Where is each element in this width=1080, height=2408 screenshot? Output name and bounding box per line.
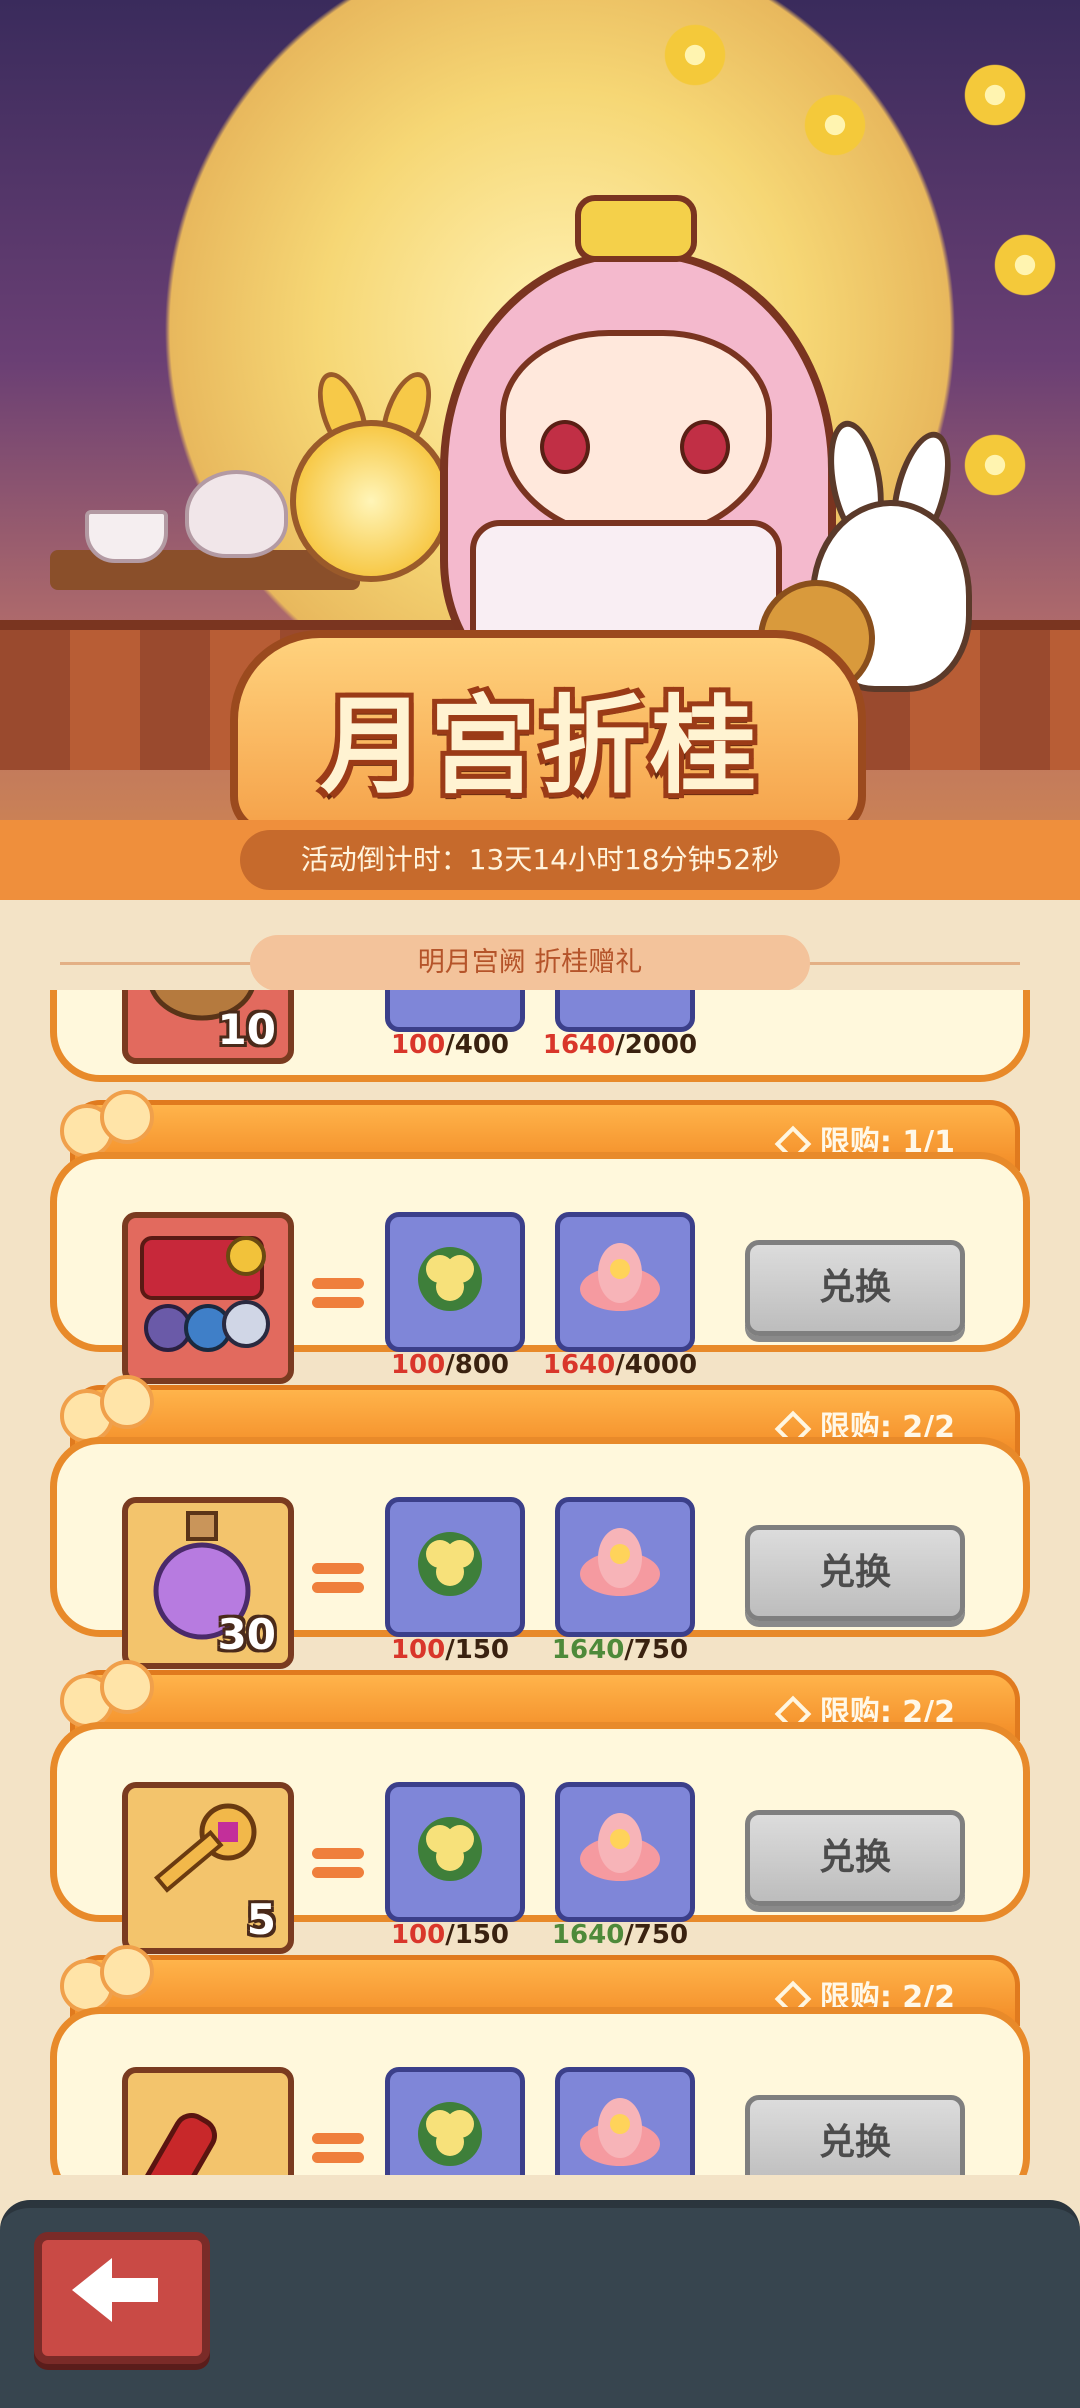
divider — [60, 962, 260, 965]
teacup-icon — [85, 510, 168, 563]
reward-quantity: 30 — [217, 1610, 276, 1659]
exchange-button[interactable]: 兑换 — [745, 1240, 965, 1336]
lotus-lantern-icon — [555, 1212, 695, 1352]
back-button[interactable] — [34, 2232, 210, 2364]
equals-icon — [312, 1278, 364, 1308]
cost-lotus-count: 1640/2000 — [542, 1030, 698, 1060]
character-eye — [680, 420, 730, 474]
exchange-item: 限购: 2/2 30 100/150 1640/750 兑换 — [50, 1375, 1030, 1669]
exchange-button[interactable]: 兑换 — [745, 2095, 965, 2175]
cost-lotus-count: 1640/750 — [551, 1635, 689, 1665]
reward-slot[interactable] — [122, 1212, 294, 1384]
osmanthus-flower-icon — [990, 230, 1060, 300]
osmanthus-flower-icon — [960, 430, 1030, 500]
lotus-lantern-icon — [555, 2067, 695, 2175]
back-arrow-icon — [72, 2258, 158, 2322]
hero-chest-icon — [140, 1236, 270, 1352]
osmanthus-icon — [385, 2067, 525, 2175]
osmanthus-flower-icon — [660, 20, 730, 90]
lotus-lantern-icon — [555, 1782, 695, 1922]
cloud-flower-icon — [60, 1090, 160, 1160]
lotus-lantern-icon — [555, 1497, 695, 1637]
exchange-item: 10 100/400 1640/2000 — [50, 990, 1030, 1082]
osmanthus-icon — [385, 990, 525, 1032]
reward-slot[interactable]: 10 — [122, 990, 294, 1064]
exchange-button[interactable]: 兑换 — [745, 1810, 965, 1906]
exchange-button[interactable]: 兑换 — [745, 1525, 965, 1621]
cloud-flower-icon — [60, 1375, 160, 1445]
teapot-icon — [185, 470, 288, 558]
scroll-icon — [139, 2113, 217, 2175]
osmanthus-flower-icon — [800, 90, 870, 160]
exchange-list[interactable]: 10 100/400 1640/2000 限购: 1/1 100/800 164… — [0, 990, 1080, 2175]
equals-icon — [312, 2133, 364, 2163]
reward-quantity: 5 — [246, 1895, 276, 1944]
cost-lotus-count: 1640/4000 — [542, 1350, 698, 1380]
event-banner: 月宫折桂 活动倒计时：13天14小时18分钟52秒 — [0, 0, 1080, 900]
reward-slot[interactable]: 30 — [122, 1497, 294, 1669]
exchange-item: 限购: 2/2 5 100/150 1640/750 兑换 — [50, 1660, 1030, 1954]
osmanthus-icon — [385, 1497, 525, 1637]
rabbit-lantern-icon — [290, 420, 452, 582]
osmanthus-icon — [385, 1212, 525, 1352]
countdown-timer: 活动倒计时：13天14小时18分钟52秒 — [240, 830, 840, 890]
exchange-item: 限购: 2/2 5 兑换 — [50, 1945, 1030, 2175]
lotus-lantern-icon — [555, 990, 695, 1032]
equals-icon — [312, 1563, 364, 1593]
reward-slot[interactable]: 5 — [122, 1782, 294, 1954]
cost-lotus-count: 1640/750 — [551, 1920, 689, 1950]
osmanthus-icon — [385, 1782, 525, 1922]
section-header: 明月宫阙 折桂赠礼 — [60, 935, 1020, 991]
reward-quantity: 10 — [217, 1005, 276, 1054]
cloud-flower-icon — [60, 1660, 160, 1730]
character-eye — [540, 420, 590, 474]
divider — [800, 962, 1020, 965]
equals-icon — [312, 1848, 364, 1878]
exchange-item: 限购: 1/1 100/800 1640/4000 兑换 — [50, 1090, 1030, 1384]
reward-slot[interactable]: 5 — [122, 2067, 294, 2175]
osmanthus-flower-icon — [960, 60, 1030, 130]
cloud-flower-icon — [60, 1945, 160, 2015]
section-title: 明月宫阙 折桂赠礼 — [250, 935, 810, 991]
hair-bow — [575, 195, 697, 262]
event-title: 月宫折桂 — [320, 683, 760, 808]
